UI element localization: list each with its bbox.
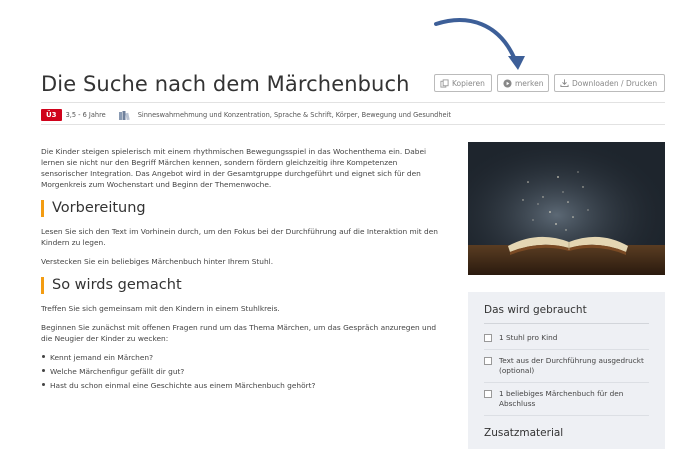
- material-label: Text aus der Durchführung ausgedruckt (o…: [499, 355, 644, 376]
- material-checkbox[interactable]: [484, 389, 492, 398]
- material-checkbox[interactable]: [484, 356, 492, 365]
- meta-bar: Ü3 3,5 - 6 Jahre Sinneswahrnehmung und K…: [41, 109, 451, 121]
- divider-meta: [41, 124, 665, 125]
- books-icon: [118, 110, 132, 120]
- bookmark-button[interactable]: merken: [497, 74, 549, 92]
- materials-panel: Das wird gebraucht 1 Stuhl pro Kind Text…: [468, 292, 665, 449]
- copy-label: Kopieren: [452, 78, 485, 88]
- action-bar: Kopieren merken Downloaden / Drucken: [434, 74, 665, 92]
- categories-text: Sinneswahrnehmung und Konzentration, Spr…: [137, 111, 451, 119]
- magic-book-image: [468, 142, 665, 275]
- intro-paragraph: Die Kinder steigen spielerisch mit einem…: [41, 147, 427, 189]
- prep-paragraph-1: Lesen Sie sich den Text im Vorhinein dur…: [41, 227, 438, 247]
- list-item: Hast du schon einmal eine Geschichte aus…: [41, 380, 441, 391]
- copy-button[interactable]: Kopieren: [434, 74, 492, 92]
- howto-paragraph-1: Treffen Sie sich gemeinsam mit den Kinde…: [41, 304, 280, 313]
- howto-paragraph-2: Beginnen Sie zunächst mit offenen Fragen…: [41, 323, 437, 343]
- material-label: 1 Stuhl pro Kind: [499, 333, 558, 342]
- extra-material-title: Zusatzmaterial: [484, 426, 564, 439]
- main-content: Die Kinder steigen spielerisch mit einem…: [41, 146, 441, 394]
- material-checkbox[interactable]: [484, 334, 492, 342]
- page-title: Die Suche nach dem Märchenbuch: [41, 72, 410, 96]
- material-item[interactable]: Text aus der Durchführung ausgedruckt (o…: [484, 353, 649, 383]
- material-item[interactable]: 1 beliebiges Märchenbuch für den Abschlu…: [484, 386, 649, 416]
- heading-so-wirds-gemacht: So wirds gemacht: [41, 277, 441, 294]
- copy-icon: [440, 78, 449, 88]
- materials-title: Das wird gebraucht: [484, 304, 649, 324]
- bookmark-icon: [503, 78, 512, 88]
- annotation-arrow: [434, 18, 525, 70]
- prep-paragraph-2: Verstecken Sie ein beliebiges Märchenbuc…: [41, 257, 274, 266]
- divider-top: [41, 102, 665, 103]
- list-item: Welche Märchenfigur gefällt dir gut?: [41, 366, 441, 377]
- question-list: Kennt jemand ein Märchen? Welche Märchen…: [41, 352, 441, 391]
- age-group-badge: Ü3: [41, 109, 62, 121]
- download-icon: [560, 79, 569, 88]
- material-item[interactable]: 1 Stuhl pro Kind: [484, 330, 649, 350]
- list-item: Kennt jemand ein Märchen?: [41, 352, 441, 363]
- bookmark-label: merken: [515, 78, 544, 88]
- age-range: 3,5 - 6 Jahre: [65, 111, 106, 119]
- download-label: Downloaden / Drucken: [572, 78, 658, 88]
- download-button[interactable]: Downloaden / Drucken: [554, 74, 665, 92]
- heading-vorbereitung: Vorbereitung: [41, 200, 441, 217]
- material-label: 1 beliebiges Märchenbuch für den Abschlu…: [499, 388, 624, 409]
